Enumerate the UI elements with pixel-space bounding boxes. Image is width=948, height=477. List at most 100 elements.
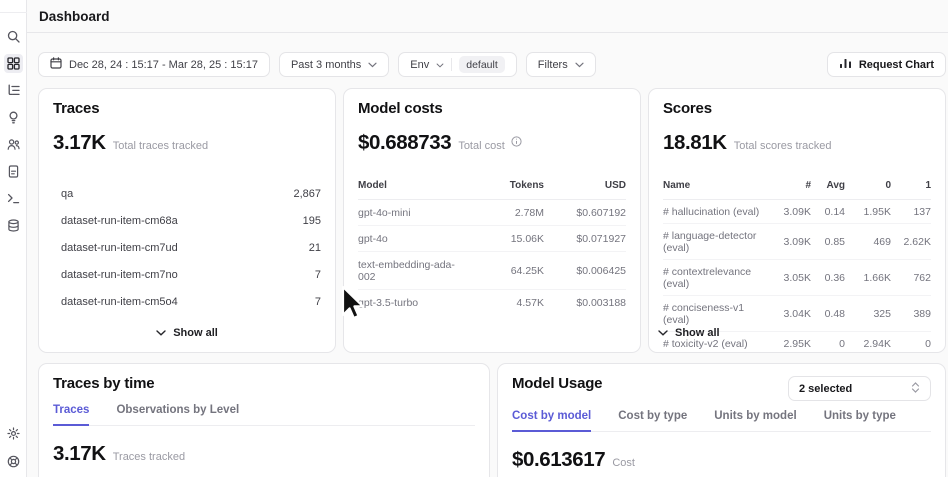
show-all-label: Show all <box>675 327 720 339</box>
table-header: Model Tokens USD <box>358 180 626 200</box>
card-title: Model costs <box>358 100 626 117</box>
env-value-badge: default <box>459 56 505 73</box>
chevron-down-icon <box>575 59 584 71</box>
model-usage-total: $0.613617 <box>512 448 605 472</box>
model-costs-table: Model Tokens USD gpt-4o-mini 2.78M $0.60… <box>358 180 626 315</box>
card-title: Traces by time <box>53 375 475 392</box>
trace-bar-row[interactable]: dataset-run-item-cm68a 195 <box>53 210 321 231</box>
table-row[interactable]: # contextrelevance (eval) 3.05K 0.36 1.6… <box>663 260 931 296</box>
date-range-value: Dec 28, 24 : 15:17 - Mar 28, 25 : 15:17 <box>69 59 258 71</box>
table-row[interactable]: gpt-4o-mini 2.78M $0.607192 <box>358 200 626 226</box>
trace-bar-row[interactable]: dataset-run-item-cm7no 7 <box>53 264 321 285</box>
col-count: # <box>769 180 811 191</box>
scores-subtitle: Total scores tracked <box>734 140 832 152</box>
calendar-icon <box>50 57 62 72</box>
model-usage-subtitle: Cost <box>612 457 635 469</box>
chevron-down-icon <box>156 327 166 339</box>
cards-row-top: Traces 3.17K Total traces tracked qa 2,8… <box>38 88 946 353</box>
bar-value: 195 <box>303 215 321 227</box>
filters-dropdown[interactable]: Filters <box>526 52 596 77</box>
cards-row-bottom: Traces by time Traces Observations by Le… <box>38 363 946 477</box>
search-icon[interactable] <box>4 27 23 46</box>
col-zero: 0 <box>845 180 891 191</box>
model-costs-subtitle: Total cost <box>458 140 504 152</box>
trace-bar-row[interactable]: dataset-run-item-cm5o4 7 <box>53 291 321 312</box>
model-select-value: 2 selected <box>799 383 852 395</box>
info-icon[interactable] <box>511 134 522 152</box>
chevron-down-icon <box>368 59 377 71</box>
topbar: Dashboard <box>27 0 948 33</box>
model-usage-tabs: Cost by model Cost by type Units by mode… <box>512 410 931 432</box>
settings-icon[interactable] <box>4 424 23 443</box>
table-row[interactable]: gpt-4o 15.06K $0.071927 <box>358 226 626 252</box>
model-costs-card: Model costs $0.688733 Total cost Model T… <box>343 88 641 353</box>
annotation-icon[interactable] <box>4 108 23 127</box>
dashboard-icon[interactable] <box>4 54 23 73</box>
tab-observations-by-level[interactable]: Observations by Level <box>116 404 239 425</box>
users-icon[interactable] <box>4 135 23 154</box>
table-row[interactable]: text-embedding-ada-002 64.25K $0.006425 <box>358 252 626 290</box>
tab-cost-by-model[interactable]: Cost by model <box>512 410 591 432</box>
card-title: Traces <box>53 100 321 117</box>
traces-total: 3.17K <box>53 131 106 155</box>
env-dropdown[interactable]: Env default <box>398 52 517 77</box>
bar-value: 7 <box>315 296 321 308</box>
col-model: Model <box>358 180 472 191</box>
col-name: Name <box>663 180 769 191</box>
env-label: Env <box>410 59 429 71</box>
period-dropdown[interactable]: Past 3 months <box>279 52 389 77</box>
traces-by-time-total: 3.17K <box>53 442 106 466</box>
show-all-button[interactable]: Show all <box>649 327 945 339</box>
bar-value: 21 <box>309 242 321 254</box>
tracing-icon[interactable] <box>4 81 23 100</box>
trace-bar-list: qa 2,867 dataset-run-item-cm68a 195 data… <box>53 183 321 312</box>
bar-value: 7 <box>315 269 321 281</box>
scores-total: 18.81K <box>663 131 727 155</box>
sidebar <box>0 0 27 477</box>
col-avg: Avg <box>811 180 845 191</box>
bar-label: dataset-run-item-cm7no <box>61 269 178 281</box>
tab-units-by-model[interactable]: Units by model <box>714 410 796 431</box>
traces-by-time-subtitle: Traces tracked <box>113 451 185 463</box>
tab-units-by-type[interactable]: Units by type <box>824 410 896 431</box>
bar-label: dataset-run-item-cm5o4 <box>61 296 178 308</box>
sidebar-divider <box>0 12 27 13</box>
support-icon[interactable] <box>4 452 23 471</box>
model-select-dropdown[interactable]: 2 selected <box>788 376 931 401</box>
col-one: 1 <box>891 180 931 191</box>
trace-bar-row[interactable]: qa 2,867 <box>53 183 321 204</box>
main-content: Dec 28, 24 : 15:17 - Mar 28, 25 : 15:17 … <box>27 33 948 477</box>
table-row[interactable]: # hallucination (eval) 3.09K 0.14 1.95K … <box>663 200 931 224</box>
chevron-down-icon <box>658 327 668 339</box>
table-row[interactable]: # language-detector (eval) 3.09K 0.85 46… <box>663 224 931 260</box>
model-costs-total: $0.688733 <box>358 131 451 155</box>
filters-label: Filters <box>538 59 568 71</box>
datasets-icon[interactable] <box>4 216 23 235</box>
col-tokens: Tokens <box>472 180 544 191</box>
card-title: Scores <box>663 100 931 117</box>
traces-by-time-tabs: Traces Observations by Level <box>53 404 475 426</box>
table-header: Name # Avg 0 1 <box>663 180 931 200</box>
traces-by-time-card: Traces by time Traces Observations by Le… <box>38 363 490 477</box>
col-usd: USD <box>544 180 626 191</box>
show-all-button[interactable]: Show all <box>39 327 335 339</box>
bar-label: dataset-run-item-cm7ud <box>61 242 178 254</box>
show-all-label: Show all <box>173 327 218 339</box>
table-row[interactable]: gpt-3.5-turbo 4.57K $0.003188 <box>358 290 626 315</box>
request-chart-button[interactable]: Request Chart <box>827 52 946 77</box>
traces-subtitle: Total traces tracked <box>113 140 208 152</box>
model-usage-card: Model Usage 2 selected Cost by model Cos… <box>497 363 946 477</box>
tab-cost-by-type[interactable]: Cost by type <box>618 410 687 431</box>
period-value: Past 3 months <box>291 59 361 71</box>
chevron-down-icon <box>436 59 444 71</box>
prompts-icon[interactable] <box>4 162 23 181</box>
bar-label: dataset-run-item-cm68a <box>61 215 178 227</box>
tab-traces[interactable]: Traces <box>53 404 89 426</box>
request-chart-label: Request Chart <box>859 59 934 71</box>
trace-bar-row[interactable]: dataset-run-item-cm7ud 21 <box>53 237 321 258</box>
playground-icon[interactable] <box>4 189 23 208</box>
page-title: Dashboard <box>39 9 110 24</box>
filter-bar: Dec 28, 24 : 15:17 - Mar 28, 25 : 15:17 … <box>38 52 946 77</box>
date-range-picker[interactable]: Dec 28, 24 : 15:17 - Mar 28, 25 : 15:17 <box>38 52 270 77</box>
bar-value: 2,867 <box>293 188 321 200</box>
